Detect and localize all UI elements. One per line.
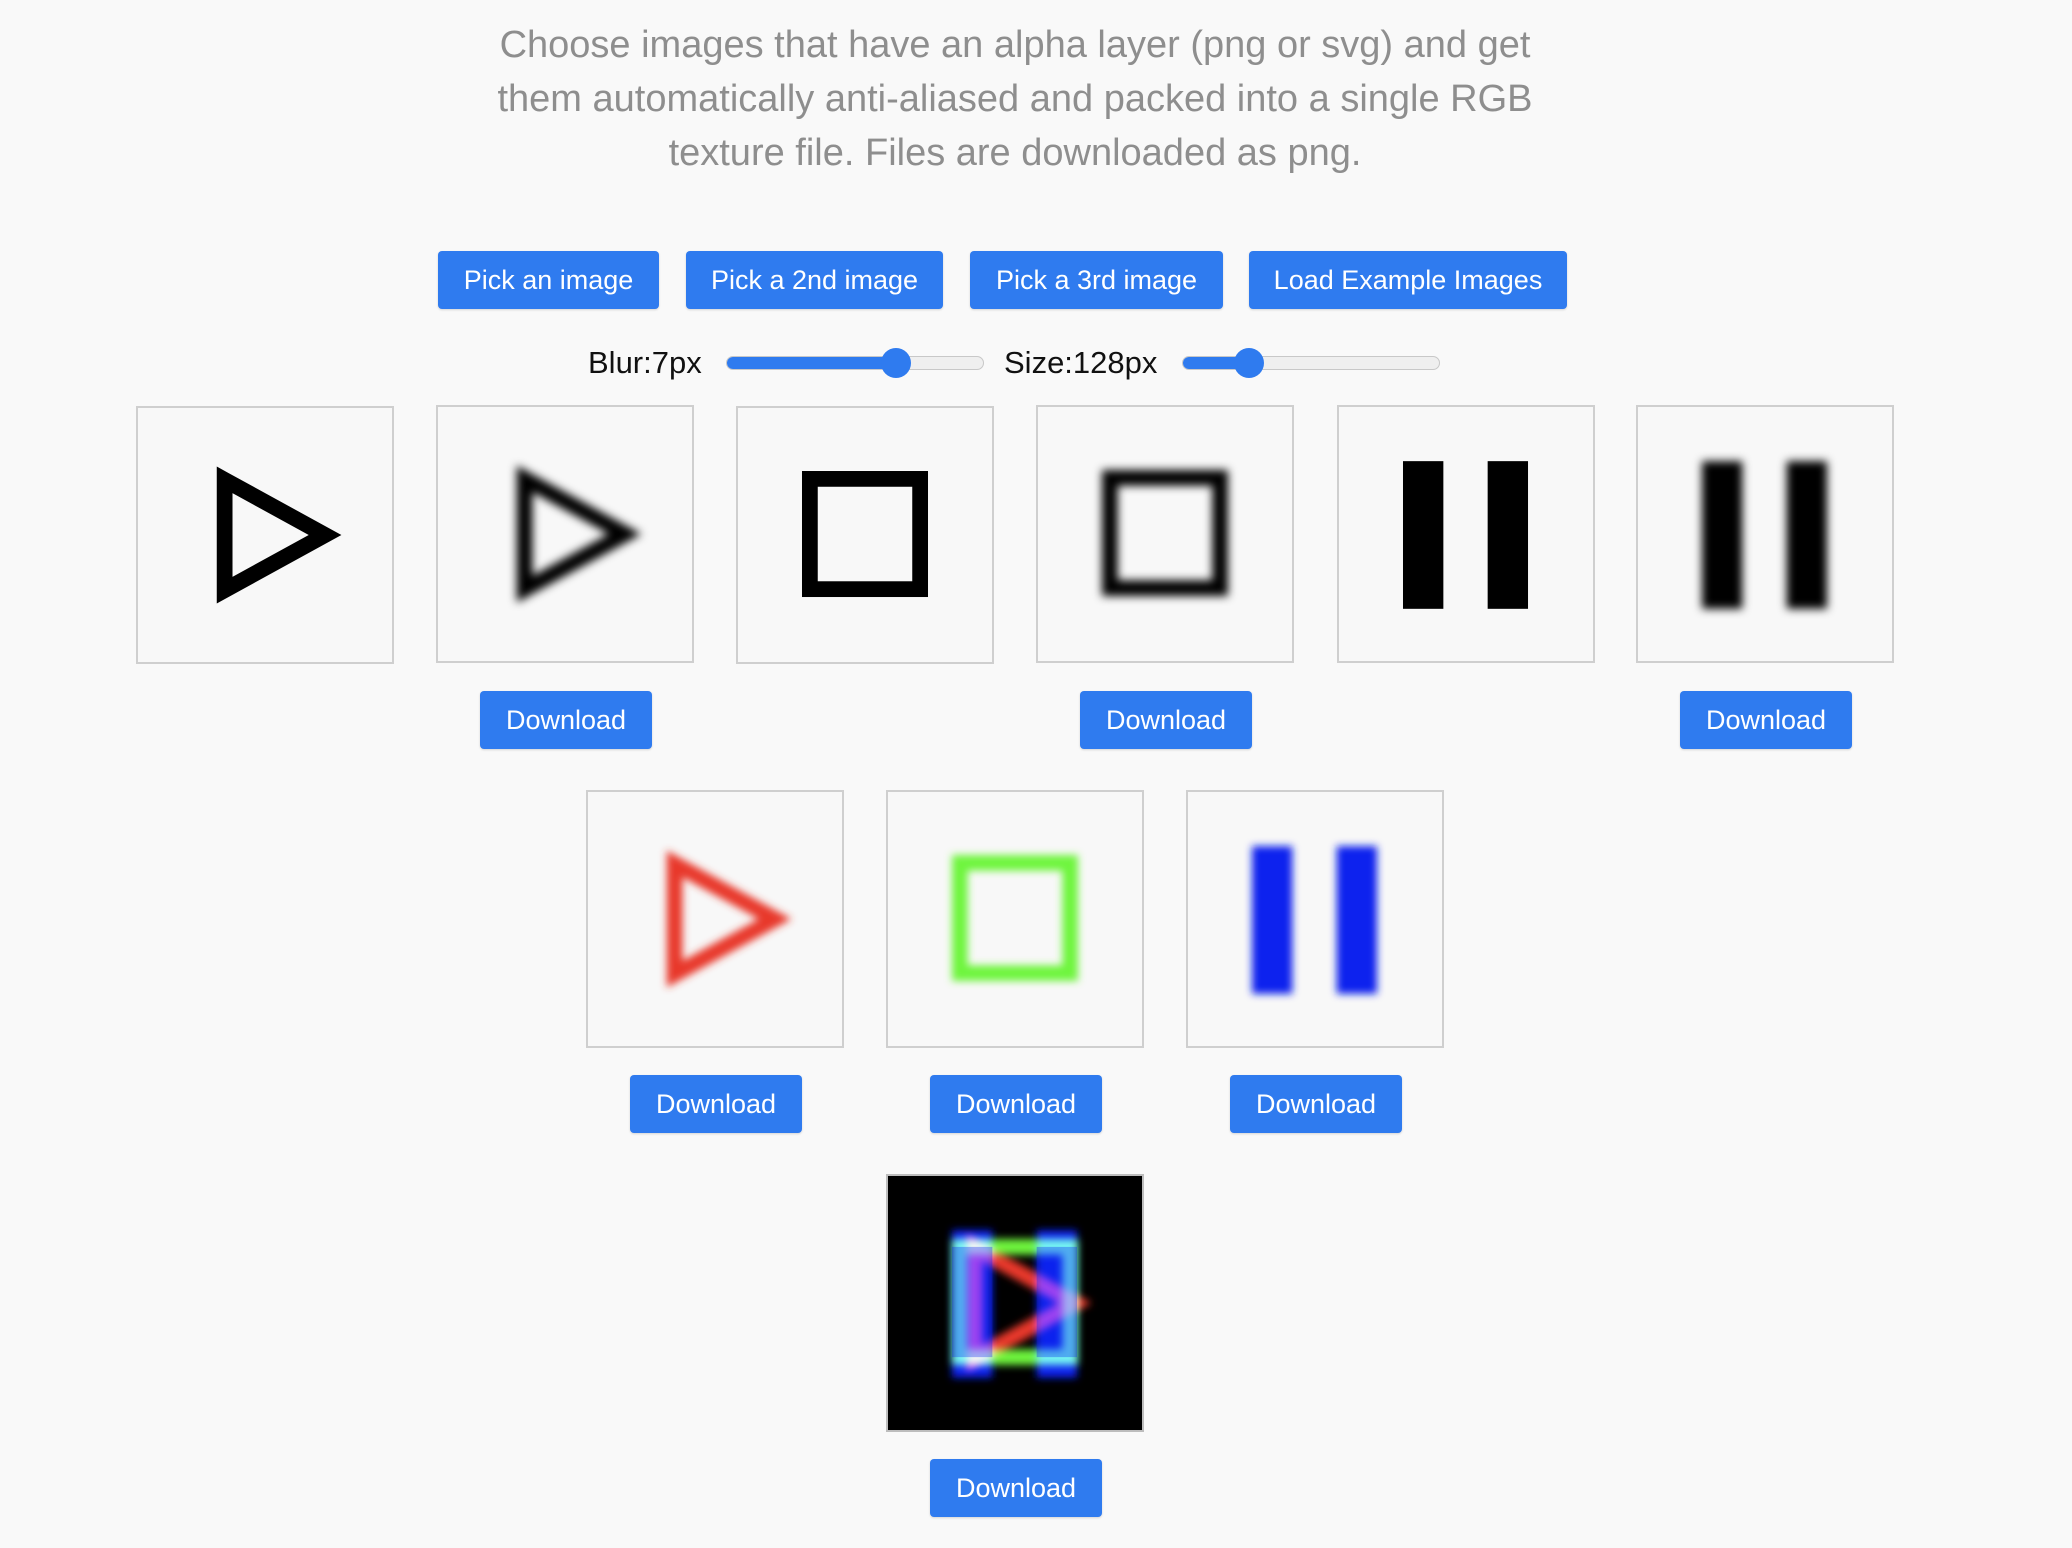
download-button[interactable]: Download <box>1230 1075 1402 1133</box>
square-outline-icon <box>801 471 929 598</box>
packed-rgb-icon <box>951 1230 1092 1378</box>
source-image-3 <box>1337 405 1595 663</box>
source-image-1 <box>136 406 394 664</box>
blur-slider-thumb[interactable] <box>881 348 912 378</box>
download-button[interactable]: Download <box>930 1459 1102 1517</box>
pick-image-button[interactable]: Pick an image <box>438 251 659 309</box>
download-button[interactable]: Download <box>1080 691 1252 749</box>
size-slider-thumb[interactable] <box>1234 348 1265 378</box>
square-outline-icon <box>1101 470 1229 597</box>
play-outline-icon <box>666 850 792 988</box>
size-slider-track[interactable] <box>1182 356 1440 370</box>
blur-slider[interactable] <box>726 343 984 383</box>
play-outline-icon <box>216 466 342 604</box>
load-example-images-button[interactable]: Load Example Images <box>1249 251 1567 309</box>
download-button[interactable]: Download <box>1680 691 1852 749</box>
pause-icon <box>1402 461 1529 609</box>
pick-third-image-button[interactable]: Pick a 3rd image <box>970 251 1223 309</box>
download-button[interactable]: Download <box>930 1075 1102 1133</box>
download-button[interactable]: Download <box>480 691 652 749</box>
size-slider[interactable] <box>1182 343 1440 383</box>
blurred-image-3 <box>1636 405 1894 663</box>
download-button[interactable]: Download <box>630 1075 802 1133</box>
blurred-image-2 <box>1036 405 1294 663</box>
pick-second-image-button[interactable]: Pick a 2nd image <box>686 251 943 309</box>
pause-icon <box>1251 846 1378 994</box>
red-channel-image <box>586 790 844 1048</box>
pause-icon <box>1701 461 1828 609</box>
blurred-image-1 <box>436 405 694 663</box>
size-label: Size:128px <box>1004 345 1158 380</box>
blur-slider-fill <box>727 357 898 369</box>
square-outline-icon <box>951 855 1079 982</box>
play-outline-icon <box>516 465 642 603</box>
blue-channel-image <box>1186 790 1444 1048</box>
green-channel-image <box>886 790 1144 1048</box>
source-image-2 <box>736 406 994 664</box>
packed-texture-image <box>886 1174 1144 1432</box>
blur-slider-track[interactable] <box>726 356 984 370</box>
intro-text: Choose images that have an alpha layer (… <box>497 24 1533 174</box>
blur-label: Blur:7px <box>588 345 702 380</box>
